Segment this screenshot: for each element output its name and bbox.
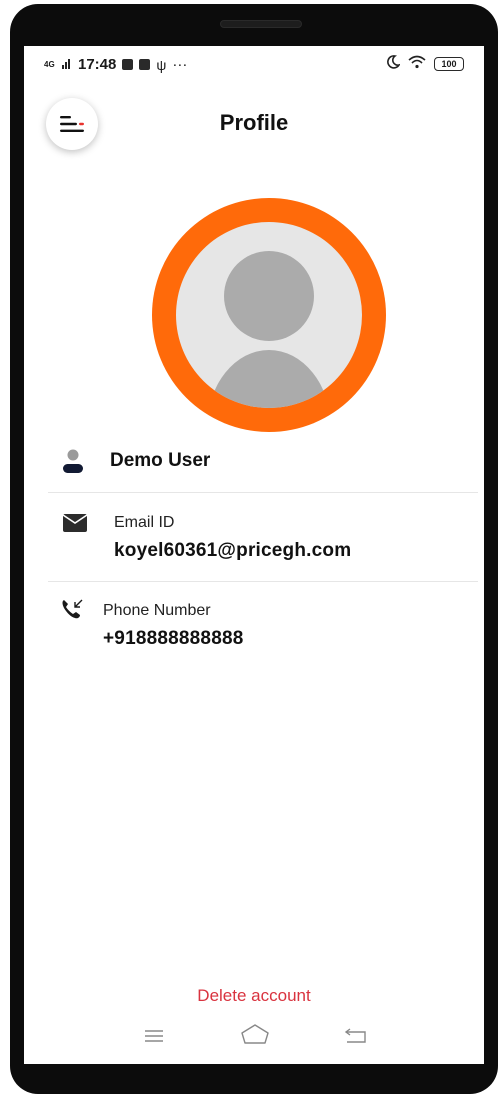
status-right: 100 bbox=[386, 55, 464, 73]
divider bbox=[48, 492, 478, 493]
home-icon[interactable] bbox=[240, 1024, 270, 1049]
notification-icon bbox=[122, 59, 134, 70]
wifi-icon bbox=[408, 55, 426, 73]
moon-icon bbox=[386, 55, 401, 73]
status-left: 4G 17:48 ψ ··· bbox=[44, 56, 187, 73]
profile-avatar bbox=[152, 198, 386, 432]
back-icon[interactable] bbox=[344, 1027, 368, 1048]
more-notifications: ··· bbox=[172, 56, 188, 73]
earpiece bbox=[220, 20, 302, 28]
app-notification-icon bbox=[139, 59, 151, 70]
phone-icon bbox=[60, 598, 84, 625]
user-icon bbox=[62, 448, 84, 479]
user-name: Demo User bbox=[110, 450, 211, 471]
delete-account-link[interactable]: Delete account bbox=[24, 986, 484, 1006]
phone-value: +918888888888 bbox=[103, 628, 244, 649]
system-nav-bar bbox=[24, 1011, 484, 1061]
email-value: koyel60361@pricegh.com bbox=[114, 540, 352, 561]
email-label: Email ID bbox=[114, 514, 175, 531]
mail-icon bbox=[62, 512, 88, 539]
status-time: 17:48 bbox=[78, 56, 117, 73]
usb-icon: ψ bbox=[156, 56, 167, 73]
app-screen: 4G 17:48 ψ ··· 100 Profile Demo User Ema… bbox=[24, 46, 484, 1064]
recent-apps-icon[interactable] bbox=[144, 1029, 164, 1048]
signal-icon bbox=[62, 56, 72, 73]
divider bbox=[48, 581, 478, 582]
status-bar: 4G 17:48 ψ ··· 100 bbox=[24, 46, 484, 84]
network-type: 4G bbox=[44, 59, 55, 69]
battery-icon: 100 bbox=[434, 57, 464, 71]
page-title: Profile bbox=[219, 110, 289, 135]
phone-label: Phone Number bbox=[103, 602, 211, 619]
phone-frame: 4G 17:48 ψ ··· 100 Profile Demo User Ema… bbox=[10, 4, 498, 1094]
